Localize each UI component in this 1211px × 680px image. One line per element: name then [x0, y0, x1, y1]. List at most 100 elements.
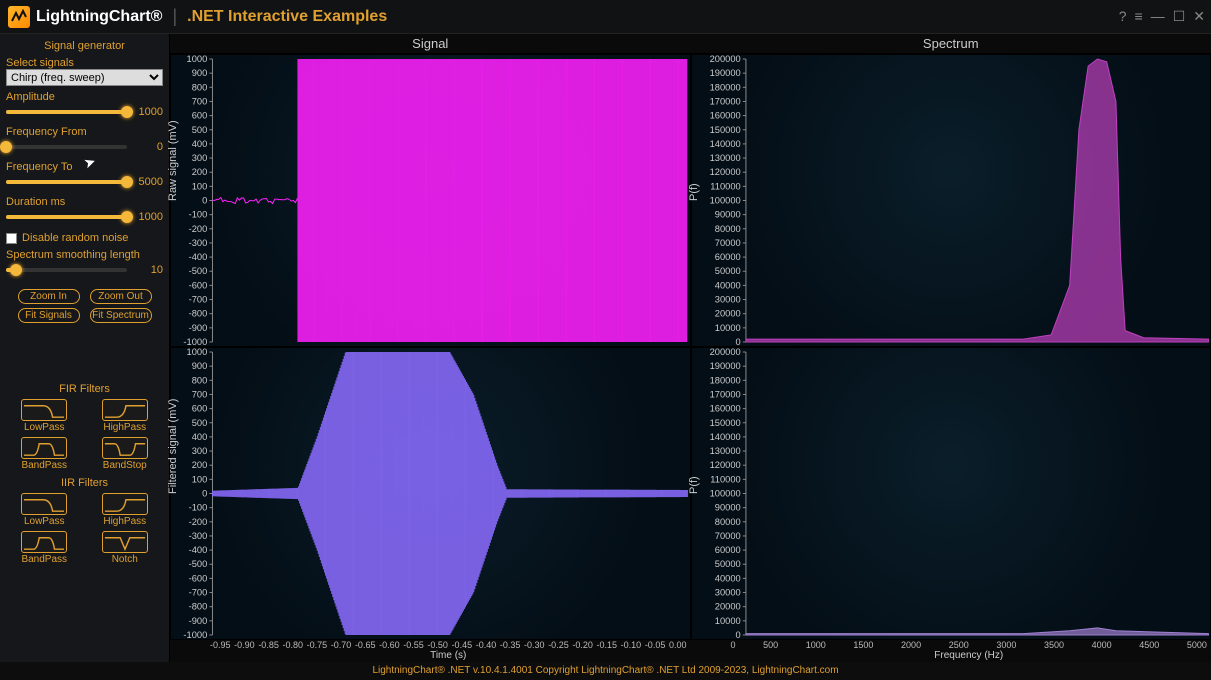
svg-text:10000: 10000 [714, 616, 740, 626]
svg-text:200000: 200000 [709, 348, 740, 357]
svg-text:80000: 80000 [714, 517, 740, 527]
svg-text:50000: 50000 [714, 266, 740, 276]
svg-text:190000: 190000 [709, 361, 740, 371]
svg-text:-200: -200 [189, 224, 208, 234]
svg-text:600: 600 [192, 404, 208, 414]
titlebar: LightningChart® | .NET Interactive Examp… [0, 0, 1211, 34]
iir-highpass-label: HighPass [103, 516, 146, 527]
svg-text:500: 500 [192, 125, 208, 135]
maximize-icon[interactable]: ☐ [1173, 8, 1186, 25]
freq-from-label: Frequency From [6, 126, 163, 138]
svg-text:100000: 100000 [709, 489, 740, 499]
duration-slider[interactable] [6, 215, 127, 219]
select-signals-label: Select signals [6, 57, 163, 69]
svg-text:130000: 130000 [709, 153, 740, 163]
smoothing-label: Spectrum smoothing length [6, 249, 163, 261]
svg-text:40000: 40000 [714, 574, 740, 584]
svg-text:-700: -700 [189, 588, 208, 598]
amplitude-slider[interactable] [6, 110, 127, 114]
raw-signal-plot[interactable]: Raw signal (mV) 100090080070060050040030… [170, 54, 691, 347]
svg-text:700: 700 [192, 390, 208, 400]
freq-to-slider[interactable] [6, 180, 127, 184]
svg-text:70000: 70000 [714, 531, 740, 541]
fit-spectrum-button[interactable]: Fit Spectrum [90, 308, 152, 323]
svg-text:20000: 20000 [714, 309, 740, 319]
svg-text:1000: 1000 [187, 348, 208, 357]
svg-text:-100: -100 [189, 503, 208, 513]
svg-text:600: 600 [192, 111, 208, 121]
svg-text:900: 900 [192, 361, 208, 371]
menu-icon[interactable]: ≡ [1135, 8, 1143, 25]
zoom-in-button[interactable]: Zoom In [18, 289, 80, 304]
amplitude-value: 1000 [133, 106, 163, 118]
svg-text:200: 200 [192, 460, 208, 470]
svg-text:1000: 1000 [187, 55, 208, 64]
svg-text:160000: 160000 [709, 404, 740, 414]
svg-text:90000: 90000 [714, 503, 740, 513]
iir-bandpass-button[interactable]: BandPass [14, 531, 75, 565]
time-xlabel: Time (s) [210, 650, 687, 661]
filtered-spectrum-plot[interactable]: P(f) 20000019000018000017000016000015000… [691, 347, 1211, 640]
svg-text:120000: 120000 [709, 167, 740, 177]
svg-text:0: 0 [202, 489, 207, 499]
svg-text:70000: 70000 [714, 238, 740, 248]
bandpass-icon [21, 531, 67, 553]
footer-text: LightningChart® .NET v.10.4.1.4001 Copyr… [0, 662, 1211, 680]
svg-text:-200: -200 [189, 517, 208, 527]
fir-bandpass-button[interactable]: BandPass [14, 437, 75, 471]
fir-lowpass-button[interactable]: LowPass [14, 399, 75, 433]
svg-text:40000: 40000 [714, 281, 740, 291]
freq-xaxis: 0500100015002000250030003500400045005000… [691, 640, 1211, 662]
brand-text: LightningChart® [36, 8, 162, 26]
svg-text:200: 200 [192, 167, 208, 177]
fir-highpass-button[interactable]: HighPass [95, 399, 156, 433]
smoothing-slider[interactable] [6, 268, 127, 272]
svg-text:120000: 120000 [709, 460, 740, 470]
spectrum-column-title: Spectrum [691, 34, 1211, 54]
svg-text:180000: 180000 [709, 82, 740, 92]
zoom-out-button[interactable]: Zoom Out [90, 289, 152, 304]
svg-text:50000: 50000 [714, 559, 740, 569]
svg-text:-600: -600 [189, 281, 208, 291]
signal-generator-head: Signal generator [6, 40, 163, 52]
amplitude-label: Amplitude [6, 91, 163, 103]
fit-signals-button[interactable]: Fit Signals [18, 308, 80, 323]
filtered-signal-plot[interactable]: Filtered signal (mV) 1000900800700600500… [170, 347, 691, 640]
iir-notch-button[interactable]: Notch [95, 531, 156, 565]
svg-text:-1000: -1000 [183, 337, 207, 346]
charts-area: Signal Spectrum Raw signal (mV) 10009008… [170, 34, 1211, 662]
svg-text:300: 300 [192, 153, 208, 163]
svg-text:200000: 200000 [709, 55, 740, 64]
svg-text:-1000: -1000 [183, 630, 207, 639]
iir-lowpass-button[interactable]: LowPass [14, 493, 75, 527]
freq-to-value: 5000 [133, 176, 163, 188]
svg-text:100: 100 [192, 474, 208, 484]
disable-noise-checkbox[interactable] [6, 233, 17, 244]
svg-text:60000: 60000 [714, 545, 740, 555]
svg-text:100000: 100000 [709, 196, 740, 206]
freq-from-slider[interactable] [6, 145, 127, 149]
fir-bandstop-button[interactable]: BandStop [95, 437, 156, 471]
svg-text:400: 400 [192, 432, 208, 442]
svg-text:20000: 20000 [714, 602, 740, 612]
close-icon[interactable]: ✕ [1193, 8, 1205, 25]
svg-text:140000: 140000 [709, 139, 740, 149]
svg-text:0: 0 [202, 196, 207, 206]
iir-highpass-button[interactable]: HighPass [95, 493, 156, 527]
fir-bandstop-label: BandStop [103, 460, 147, 471]
logo-icon [8, 6, 30, 28]
svg-text:-300: -300 [189, 531, 208, 541]
svg-text:100: 100 [192, 181, 208, 191]
svg-text:-900: -900 [189, 323, 208, 333]
svg-text:-400: -400 [189, 252, 208, 262]
svg-text:150000: 150000 [709, 418, 740, 428]
fir-filters-head: FIR Filters [6, 383, 163, 395]
svg-text:-700: -700 [189, 295, 208, 305]
svg-text:180000: 180000 [709, 375, 740, 385]
help-icon[interactable]: ? [1119, 8, 1127, 25]
select-signals-dropdown[interactable]: Chirp (freq. sweep) [6, 69, 163, 86]
minimize-icon[interactable]: — [1151, 8, 1165, 25]
raw-spectrum-plot[interactable]: P(f) 20000019000018000017000016000015000… [691, 54, 1211, 347]
svg-text:30000: 30000 [714, 588, 740, 598]
svg-text:110000: 110000 [710, 181, 740, 191]
